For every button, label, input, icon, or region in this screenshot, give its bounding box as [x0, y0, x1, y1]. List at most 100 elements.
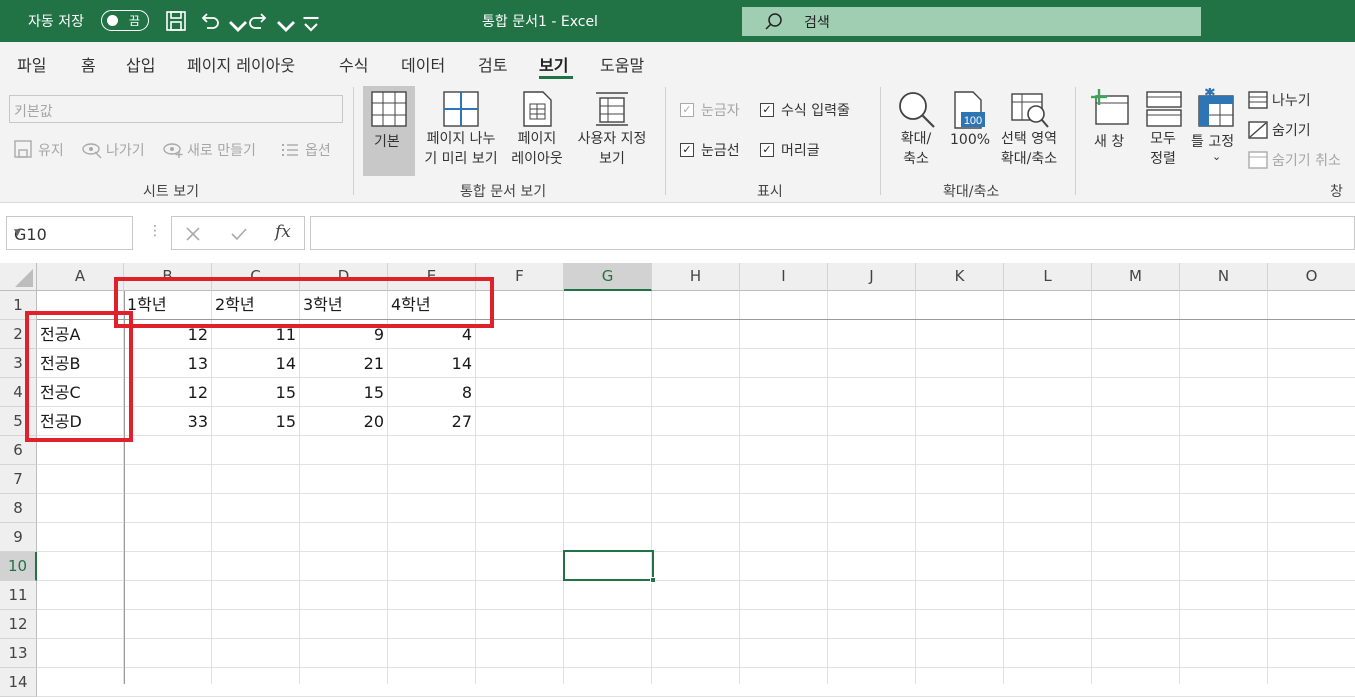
arrange-all-button[interactable]: 모두 정렬	[1140, 129, 1186, 169]
zoom-line2: 축소	[903, 151, 929, 167]
zoom-icon	[899, 92, 935, 128]
column-header-a[interactable]: A	[37, 263, 124, 291]
tab-formulas[interactable]: 수식	[339, 52, 368, 76]
row-header-11[interactable]: 11	[0, 581, 37, 610]
unhide-button[interactable]: 숨기기 취소	[1272, 150, 1341, 170]
tab-review[interactable]: 검토	[478, 52, 507, 76]
cancel-icon[interactable]	[185, 226, 201, 242]
name-box[interactable]: G10 ▼	[6, 216, 133, 250]
formula-actions: fx	[171, 216, 305, 250]
cell-c4[interactable]: 15	[212, 378, 300, 407]
tab-help[interactable]: 도움말	[600, 52, 644, 76]
custom-views-line2: 보기	[599, 151, 625, 167]
chevron-down-icon: ⌄	[14, 100, 25, 114]
insert-function-icon[interactable]: fx	[275, 222, 291, 242]
row-header-7[interactable]: 7	[0, 465, 37, 494]
column-header-i[interactable]: I	[740, 263, 828, 291]
row-gridline	[37, 493, 1355, 494]
zoom-to-selection-button[interactable]: 선택 영역 확대/축소	[992, 129, 1066, 169]
tab-view[interactable]: 보기	[539, 52, 568, 76]
row-gridline	[37, 667, 1355, 668]
select-all-corner[interactable]	[0, 263, 37, 291]
freeze-panes-button[interactable]: 틀 고정	[1191, 131, 1234, 151]
headings-checkbox[interactable]: ✓	[760, 143, 774, 157]
column-header-j[interactable]: J	[828, 263, 916, 291]
unhide-icon	[1248, 151, 1268, 169]
normal-view-button[interactable]: 기본	[374, 131, 400, 151]
split-icon	[1248, 91, 1268, 109]
custom-views-button[interactable]: 사용자 지정 보기	[569, 129, 655, 169]
row-header-10[interactable]: 10	[0, 552, 37, 581]
new-window-button[interactable]: 새 창	[1094, 131, 1124, 151]
column-header-m[interactable]: M	[1092, 263, 1180, 291]
keep-button[interactable]: 유지	[38, 140, 64, 160]
cell-d5[interactable]: 20	[300, 407, 388, 436]
arrange-all-icon	[1146, 91, 1182, 127]
tab-data[interactable]: 데이터	[401, 52, 445, 76]
enter-icon[interactable]	[230, 226, 248, 242]
row-header-8[interactable]: 8	[0, 494, 37, 523]
column-gridline	[1179, 291, 1180, 684]
formula-bar: G10 ▼ ⋮ fx	[0, 203, 1355, 263]
tab-file[interactable]: 파일	[17, 52, 46, 76]
options-button[interactable]: 옵션	[305, 140, 331, 160]
freeze-panes-icon: ✱	[1198, 88, 1234, 127]
exit-button[interactable]: 나가기	[106, 140, 145, 160]
cell-b5[interactable]: 33	[124, 407, 212, 436]
column-header-l[interactable]: L	[1004, 263, 1092, 291]
cell-e4[interactable]: 8	[388, 378, 476, 407]
row-header-13[interactable]: 13	[0, 639, 37, 668]
column-gridline	[1003, 291, 1004, 684]
row-gridline	[37, 609, 1355, 610]
hide-button[interactable]: 숨기기	[1272, 120, 1311, 140]
ruler-checkbox[interactable]: ✓	[680, 103, 694, 117]
tab-home[interactable]: 홈	[81, 52, 96, 76]
custom-views-line1: 사용자 지정	[577, 131, 647, 147]
new-view-button[interactable]: 새로 만들기	[187, 140, 256, 160]
sheet-view-dropdown[interactable]: 기본값 ⌄	[9, 95, 343, 123]
column-gridline	[739, 291, 740, 684]
cell-b4[interactable]: 12	[124, 378, 212, 407]
column-header-o[interactable]: O	[1268, 263, 1355, 291]
hide-icon	[1248, 121, 1268, 139]
arrange-all-line2: 정렬	[1150, 151, 1176, 167]
column-gridline	[651, 291, 652, 684]
column-header-n[interactable]: N	[1180, 263, 1268, 291]
zoom-100-icon: 100	[954, 91, 985, 129]
row-header-9[interactable]: 9	[0, 523, 37, 552]
cell-e3[interactable]: 14	[388, 349, 476, 378]
zoom-button[interactable]: 확대/ 축소	[887, 129, 945, 169]
cell-d3[interactable]: 21	[300, 349, 388, 378]
cell-d4[interactable]: 15	[300, 378, 388, 407]
row-header-12[interactable]: 12	[0, 610, 37, 639]
active-tab-indicator	[539, 76, 573, 79]
cell-c3[interactable]: 14	[212, 349, 300, 378]
zoom-100-button[interactable]: 100%	[950, 132, 990, 148]
column-gridline	[915, 291, 916, 684]
ruler-label: 눈금자	[701, 103, 740, 119]
formula-bar-checkbox[interactable]: ✓	[760, 103, 774, 117]
active-cell-g10[interactable]	[563, 550, 656, 583]
column-header-k[interactable]: K	[916, 263, 1004, 291]
chevron-down-icon[interactable]: ⌄	[1212, 150, 1221, 163]
group-label-show: 표시	[757, 184, 783, 200]
formula-input[interactable]	[310, 216, 1355, 250]
split-button[interactable]: 나누기	[1272, 90, 1311, 110]
exit-view-icon	[82, 143, 102, 159]
cell-c5[interactable]: 15	[212, 407, 300, 436]
column-header-g[interactable]: G	[564, 263, 652, 291]
fill-handle[interactable]	[650, 577, 656, 583]
chevron-down-icon: ▼	[14, 228, 21, 238]
cell-b3[interactable]: 13	[124, 349, 212, 378]
normal-view-icon	[371, 91, 407, 127]
tab-page-layout[interactable]: 페이지 레이아웃	[187, 52, 295, 76]
column-header-h[interactable]: H	[652, 263, 740, 291]
page-break-preview-button[interactable]: 페이지 나누 기 미리 보기	[416, 129, 506, 169]
row-gridline	[37, 638, 1355, 639]
search-box[interactable]: 검색	[742, 7, 1201, 36]
row-header-14[interactable]: 14	[0, 668, 37, 697]
gridlines-checkbox[interactable]: ✓	[680, 143, 694, 157]
tab-insert[interactable]: 삽입	[126, 52, 155, 76]
page-layout-button[interactable]: 페이지 레이아웃	[505, 129, 569, 169]
cell-e5[interactable]: 27	[388, 407, 476, 436]
